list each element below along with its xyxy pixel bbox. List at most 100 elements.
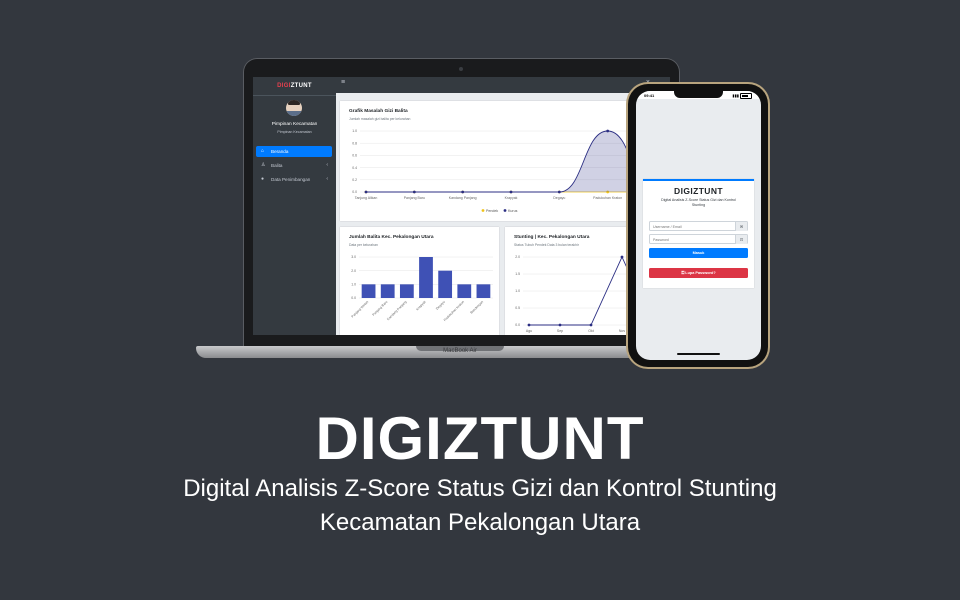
signal-icon: ▮▮▮ <box>732 93 739 98</box>
forgot-password-label: Lupa Password? <box>685 271 716 275</box>
legend-label: Pendek <box>486 209 498 213</box>
hero-subtitle-line2: Kecamatan Pekalongan Utara <box>319 509 641 536</box>
legend-label: Kurus <box>508 209 518 213</box>
area-chart: 1.0 0.8 0.6 0.4 0.2 0.0 Tanjung Alikan Panjang … <box>352 129 665 213</box>
app-logo[interactable]: DIGIZTUNT <box>253 83 336 89</box>
login-title: DIGIZTUNT <box>674 186 723 196</box>
avatar <box>286 100 302 116</box>
legend-marker <box>481 209 485 212</box>
sidebar-item-data-penimbangan[interactable]: ● Data Penimbangan ‹ <box>256 174 332 185</box>
status-time: 09:41 <box>644 93 655 98</box>
y-tick-label: 1.0 <box>351 283 356 287</box>
forgot-password-button[interactable]: ⚿ Lupa Password? <box>649 268 748 278</box>
legend-marker <box>503 209 507 212</box>
sidebar-item-label: Balita <box>271 163 283 168</box>
home-icon: ⌂ <box>261 148 265 154</box>
bar-chart: 3.0 2.0 1.0 0.0Panjang Wetan Panjang BaruKan… <box>351 255 493 322</box>
data-point <box>558 323 562 327</box>
y-tick-label: 0.6 <box>352 154 357 158</box>
x-tick-label: Panjang Baru <box>404 196 425 200</box>
y-tick-label: 0.0 <box>352 190 357 194</box>
user-name: Pimpinan Kecamatan <box>271 122 318 127</box>
sidebar-item-label: Data Penimbangan <box>271 177 311 182</box>
x-tick-label: Nov <box>619 329 625 333</box>
bar <box>419 257 433 298</box>
y-tick-label: 1.5 <box>515 272 520 276</box>
x-tick-label: Panjang Wetan <box>351 300 370 319</box>
y-tick-label: 1.0 <box>352 129 357 133</box>
sidebar-item-label: Beranda <box>271 149 289 154</box>
y-tick-label: 0.8 <box>352 141 357 145</box>
phone-notch <box>674 91 723 98</box>
sidebar-item-balita[interactable]: ♙ Balita ‹ <box>256 160 332 171</box>
data-point <box>620 255 624 259</box>
sidebar: DIGIZTUNT Pimpinan Kecamatan Pimpinan Ke… <box>253 77 336 335</box>
bar <box>457 284 472 298</box>
chart-card-masalah-gizi: Grafik Masalah Gizi Balita Jumlah masala… <box>340 101 670 221</box>
lock-icon: ⊡ <box>735 235 747 244</box>
data-point <box>606 129 610 133</box>
sidebar-item-beranda[interactable]: ⌂ Beranda <box>256 146 332 157</box>
x-tick-label: Degayu <box>553 196 565 200</box>
hero-subtitle-line1: Digital Analisis Z-Score Status Gizi dan… <box>183 475 777 502</box>
bar <box>399 284 414 298</box>
topbar: ≡ × <box>336 77 670 93</box>
y-tick-label: 1.0 <box>515 289 520 293</box>
x-tick-label: Tanjung Alikan <box>355 196 378 200</box>
y-tick-label: 2.0 <box>351 269 356 273</box>
chevron-left-icon: ‹ <box>326 176 328 182</box>
bar <box>476 284 491 298</box>
logo-part-red: DIGI <box>277 83 291 89</box>
laptop-screen: DIGIZTUNT Pimpinan Kecamatan Pimpinan Ke… <box>253 77 670 335</box>
hero-title: DIGIZTUNT <box>315 405 645 472</box>
x-tick-label: Agu <box>526 329 532 333</box>
data-point <box>412 190 416 194</box>
y-tick-label: 0.0 <box>351 296 356 300</box>
chevron-left-icon: ‹ <box>326 162 328 168</box>
phone-screen: 09:41 ▮▮▮ DIGIZTUNT Digital Analisis Z-S… <box>636 91 761 360</box>
menu-toggle-icon[interactable]: ≡ <box>341 79 345 86</box>
laptop-camera <box>459 67 463 71</box>
x-tick-label: Sep <box>557 329 563 333</box>
battery-icon <box>740 93 752 99</box>
password-field[interactable]: ⊡ <box>649 234 748 244</box>
x-tick-label: Panjang Baru <box>371 300 388 317</box>
username-input[interactable] <box>650 222 739 231</box>
y-tick-label: 0.5 <box>515 306 520 310</box>
status-bar: 09:41 ▮▮▮ <box>636 91 761 99</box>
bar <box>438 270 453 298</box>
data-point <box>589 323 593 327</box>
series-area-kurus <box>366 131 656 192</box>
data-point <box>509 190 513 194</box>
login-card: DIGIZTUNT Digital Analisis Z-Score Statu… <box>643 179 754 288</box>
x-tick-label: Padukuhan Kraton <box>443 300 465 322</box>
y-tick-label: 0.4 <box>352 166 357 170</box>
x-tick-label: Okt <box>588 329 593 333</box>
y-tick-label: 0.0 <box>515 323 520 327</box>
bar <box>380 284 395 298</box>
user-icon: ● <box>261 176 265 182</box>
login-description: Digital Analisis Z-Score Status Gizi dan… <box>661 198 736 207</box>
login-button[interactable]: Masuk <box>649 248 748 258</box>
envelope-icon: ✉ <box>735 222 747 231</box>
data-point <box>557 190 561 194</box>
bar <box>361 284 376 298</box>
home-indicator <box>677 353 720 355</box>
x-tick-label: Kandang Panjang <box>449 196 477 200</box>
data-point <box>527 323 531 327</box>
data-point <box>364 190 368 194</box>
x-tick-label: Padukuhan Kraton <box>593 196 622 200</box>
username-field[interactable]: ✉ <box>649 221 748 231</box>
password-input[interactable] <box>650 235 739 244</box>
chart-card-jumlah-balita: Jumlah Balita Kec. Pekalongan Utara Data… <box>340 227 499 335</box>
user-role: Pimpinan Kecamatan <box>277 130 312 134</box>
logo-part-white: ZTUNT <box>290 83 312 89</box>
x-tick-label: Degayu <box>435 300 446 311</box>
sidebar-divider <box>253 95 336 96</box>
x-tick-label: Krapyak <box>415 300 427 312</box>
x-tick-label: Krapyak <box>505 196 518 200</box>
y-tick-label: 2.0 <box>515 255 520 259</box>
x-tick-label: Kandang Panjang <box>386 300 407 321</box>
y-tick-label: 3.0 <box>351 255 356 259</box>
y-tick-label: 0.2 <box>352 178 357 182</box>
